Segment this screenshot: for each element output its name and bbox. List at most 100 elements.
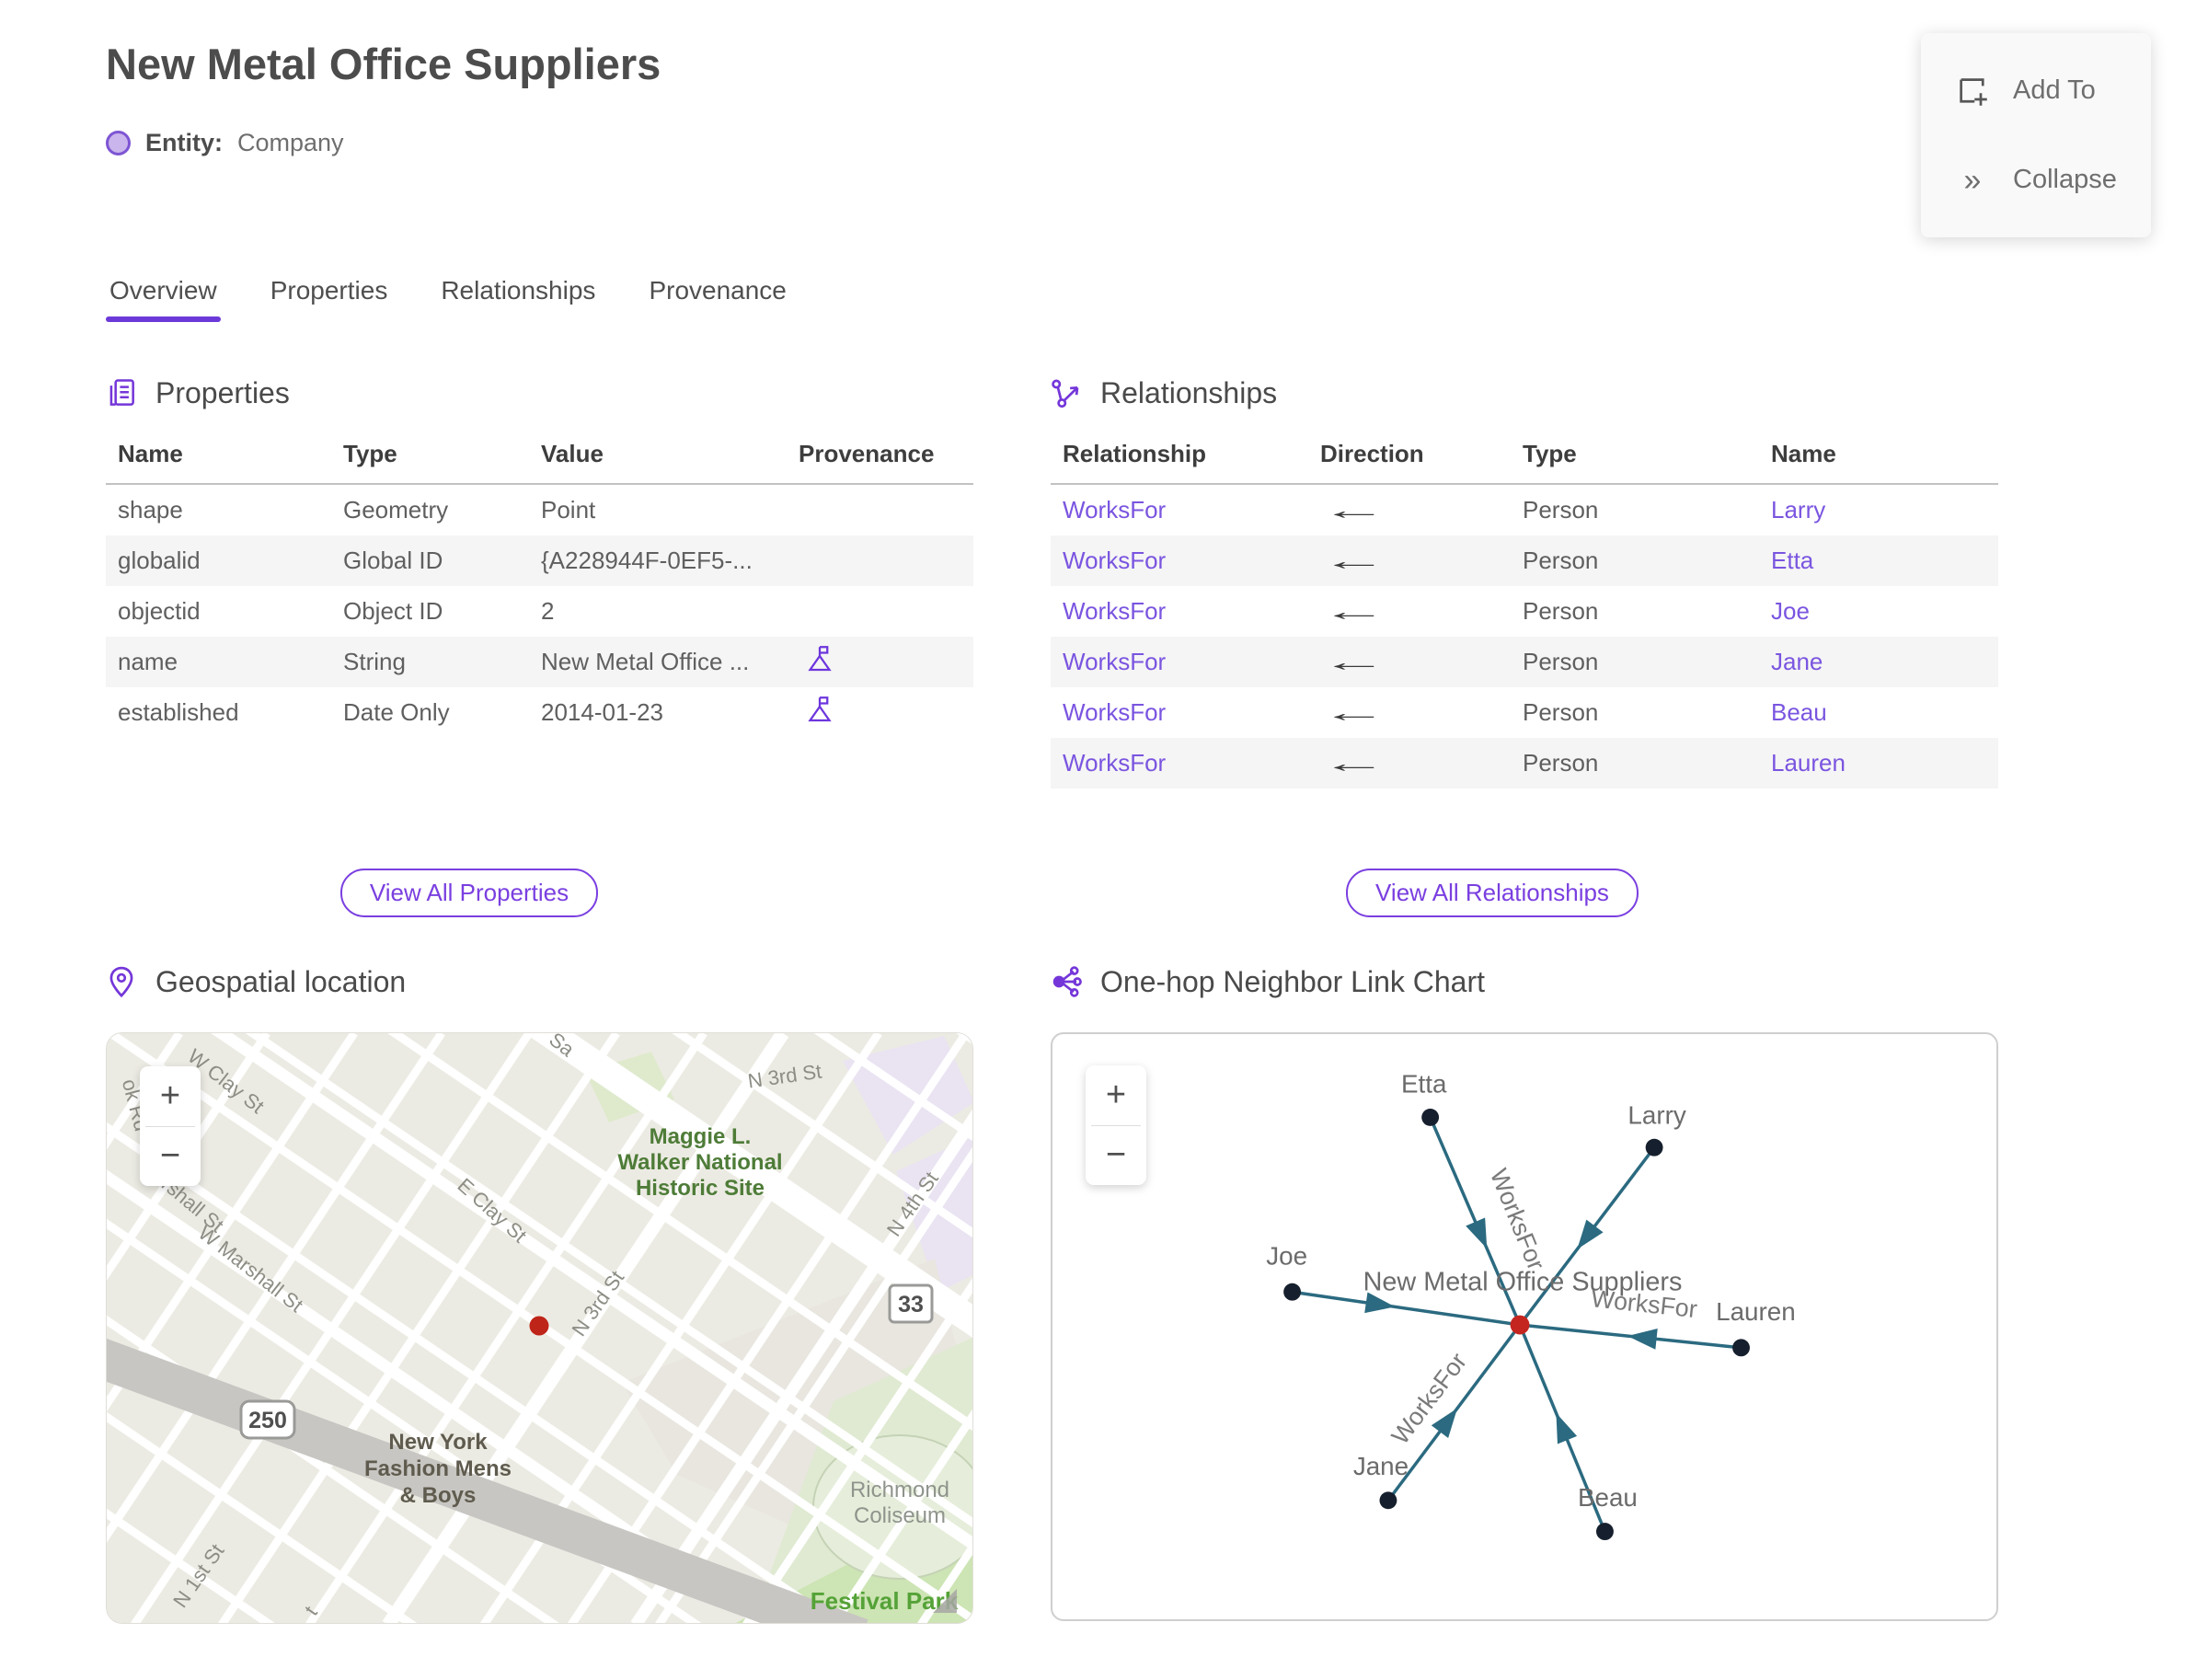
map-label: Maggie L. [650,1124,752,1149]
col-provenance: Provenance [787,432,973,485]
view-all-properties-wrap: View All Properties [106,869,833,917]
graph-edge-label: WorksFor [1386,1348,1473,1450]
property-name: name [118,648,178,675]
col-relationship: Relationship [1051,432,1308,485]
property-value: Point [541,496,596,524]
collapse-label: Collapse [2013,165,2117,194]
graph-node[interactable] [1732,1339,1750,1357]
relationships-icon [1052,379,1079,408]
relationship-type-link[interactable]: WorksFor [1063,547,1166,574]
map-pin-icon [109,966,133,998]
tab-overview[interactable]: Overview [106,276,221,322]
view-all-relationships-button[interactable]: View All Relationships [1346,869,1639,917]
map-shield-us250: 250 [239,1399,296,1440]
map-zoom-in-button[interactable]: + [140,1066,201,1126]
relationships-table: Relationship Direction Type Name WorksFo… [1051,432,1998,788]
col-value: Value [529,432,787,485]
related-entity-link[interactable]: Lauren [1771,749,1846,777]
properties-section-header: Properties [104,375,290,410]
relationship-row: WorksFor ← Person Jane [1051,637,1998,687]
relationships-section-header: Relationships [1049,375,1277,410]
tab-properties[interactable]: Properties [267,276,392,322]
related-entity-type: Person [1523,597,1599,625]
property-name: globalid [118,547,201,574]
property-row: established Date Only 2014-01-23 [106,687,973,738]
graph-edge-label: WorksFor [1485,1165,1550,1274]
graph-node-label: Jane [1353,1452,1409,1480]
graph-node[interactable] [1421,1108,1440,1126]
property-row: shape Geometry Point [106,484,973,535]
property-name: objectid [118,597,201,625]
map-zoom-out-button[interactable]: − [140,1127,201,1187]
property-provenance [787,586,973,637]
property-value: New Metal Office ... [541,648,750,675]
provenance-flag-icon[interactable] [803,642,836,675]
graph-node-label: Etta [1401,1070,1447,1099]
property-type: Object ID [343,597,443,625]
geospatial-section-header: Geospatial location [104,964,406,999]
relationships-header-row: Relationship Direction Type Name [1051,432,1998,485]
property-type: String [343,648,406,675]
property-type: Date Only [343,698,450,726]
tab-bar: Overview Properties Relationships Proven… [106,276,790,322]
relationship-type-link[interactable]: WorksFor [1063,648,1166,675]
link-chart-panel[interactable]: + − WorksFor WorksFor WorksFor Etta Larry Joe… [1051,1032,1998,1621]
svg-text:250: 250 [248,1408,287,1433]
relationship-row: WorksFor ← Person Larry [1051,484,1998,535]
related-entity-type: Person [1523,496,1599,524]
actions-card: Add To » Collapse [1921,33,2151,237]
relationship-type-link[interactable]: WorksFor [1063,597,1166,625]
map-label: New York [388,1430,488,1455]
direction-arrow-icon: ← [1320,596,1387,626]
graph-node[interactable] [1596,1523,1614,1541]
property-type: Global ID [343,547,443,574]
related-entity-type: Person [1523,749,1599,777]
properties-icon [109,379,134,406]
geospatial-section-title: Geospatial location [155,964,407,998]
entity-overview-page: New Metal Office Suppliers Entity: Compa… [0,0,2208,1680]
entity-type-row: Entity: Company [106,129,344,157]
view-all-properties-button[interactable]: View All Properties [339,869,599,917]
graph-center-node-label: New Metal Office Suppliers [1363,1267,1683,1296]
collapse-button[interactable]: » Collapse [1921,164,2151,197]
graph-edge-arrow-icon [1556,1412,1578,1444]
property-provenance [787,484,973,535]
provenance-flag-icon[interactable] [803,693,836,726]
map-shield-33: 33 [888,1283,934,1324]
graph-node[interactable] [1379,1491,1397,1510]
tab-provenance[interactable]: Provenance [645,276,789,322]
related-entity-link[interactable]: Joe [1771,597,1810,625]
relationship-row: WorksFor ← Person Etta [1051,535,1998,586]
relationship-row: WorksFor ← Person Joe [1051,586,1998,637]
graph-node[interactable] [1283,1283,1302,1301]
related-entity-type: Person [1523,547,1599,574]
property-row: name String New Metal Office ... [106,637,973,687]
map-marker [529,1316,549,1336]
related-entity-link[interactable]: Etta [1771,547,1813,574]
chart-zoom-in-button[interactable]: + [1086,1065,1146,1125]
map-label: Richmond [850,1478,949,1502]
relationship-row: WorksFor ← Person Beau [1051,687,1998,738]
property-row: globalid Global ID {A228944F-0EF5-... [106,535,973,586]
relationship-type-link[interactable]: WorksFor [1063,749,1166,777]
add-to-button[interactable]: Add To [1921,75,2151,108]
graph-node-label: Joe [1266,1241,1307,1270]
related-entity-link[interactable]: Larry [1771,496,1825,524]
basemap-canvas: 250 33 ok Rd W Clay StSaN 3rd StN 4th StM… [107,1033,972,1623]
direction-arrow-icon: ← [1320,495,1387,524]
properties-header-row: Name Type Value Provenance [106,432,973,485]
relationship-type-link[interactable]: WorksFor [1063,698,1166,726]
relationship-type-link[interactable]: WorksFor [1063,496,1166,524]
related-entity-link[interactable]: Beau [1771,698,1827,726]
tab-relationships[interactable]: Relationships [437,276,599,322]
graph-center-node[interactable] [1510,1315,1530,1335]
chart-zoom-out-button[interactable]: − [1086,1126,1146,1186]
property-value: 2014-01-23 [541,698,663,726]
graph-node[interactable] [1645,1138,1663,1156]
property-type: Geometry [343,496,449,524]
svg-text:33: 33 [898,1292,924,1318]
entity-label: Entity: [145,129,223,156]
geospatial-map[interactable]: + − 250 33 ok Rd W Clay St Sa N 3rd St N… [106,1032,973,1624]
related-entity-link[interactable]: Jane [1771,648,1823,675]
graph-node-label: Lauren [1716,1297,1796,1326]
